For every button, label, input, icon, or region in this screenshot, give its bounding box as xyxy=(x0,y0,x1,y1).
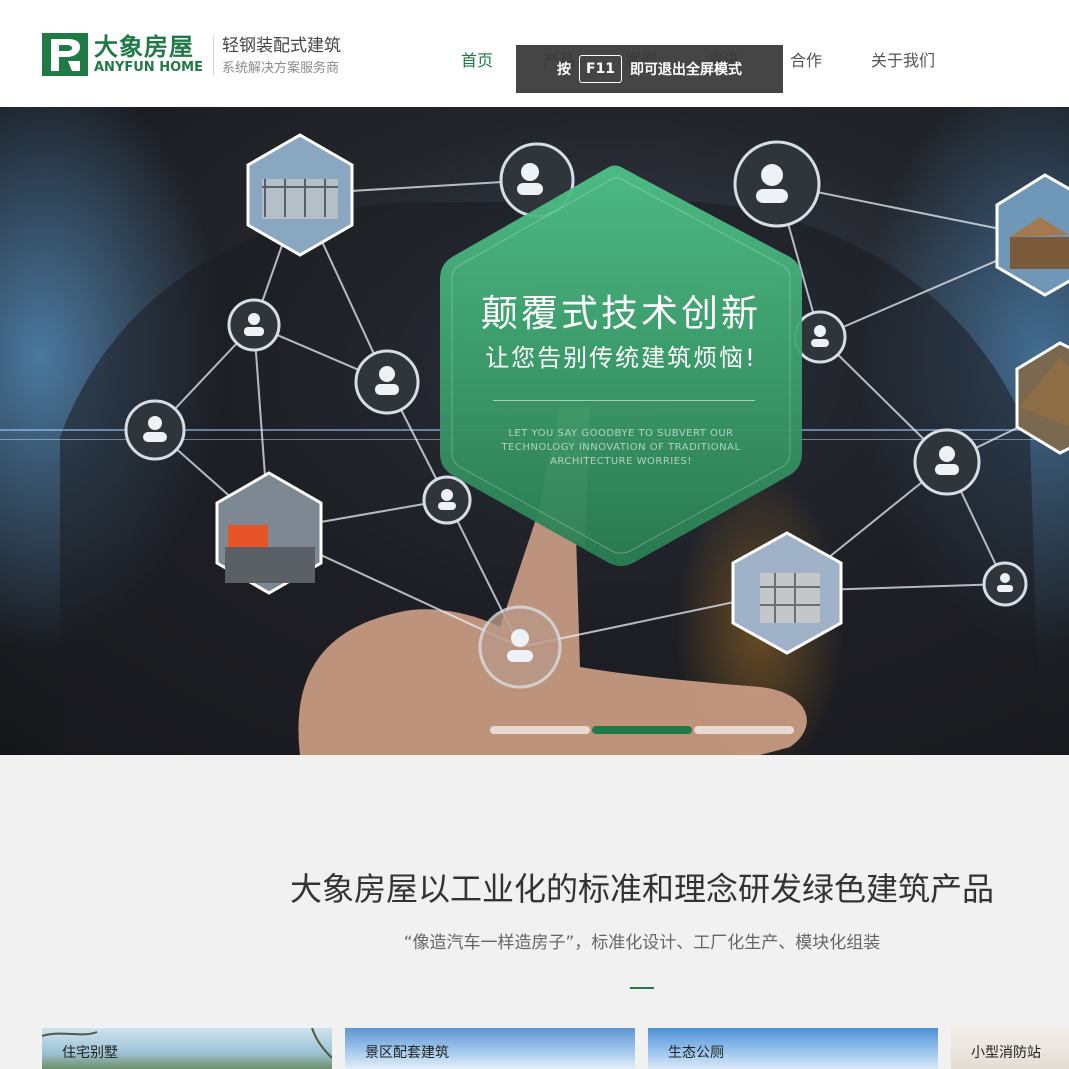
f11-key-badge: F11 xyxy=(578,55,623,83)
slogan-main: 轻钢装配式建筑 xyxy=(221,36,341,56)
fullscreen-tip-prefix: 按 xyxy=(556,62,571,78)
brand-name-cn: 大象房屋 xyxy=(94,33,194,61)
carousel-dots xyxy=(490,726,794,734)
carousel-dot-1[interactable] xyxy=(490,726,590,734)
slogan-sub: 系统解决方案服务商 xyxy=(221,61,339,76)
carousel-dot-3[interactable] xyxy=(694,726,794,734)
banner-title: 颠覆式技术创新 xyxy=(481,292,761,335)
logo-mark-icon xyxy=(42,33,88,76)
category-card-fire-station[interactable]: 小型消防站 xyxy=(951,1028,1069,1069)
intro-title: 大象房屋以工业化的标准和理念研发绿色建筑产品 xyxy=(289,870,994,908)
category-card-scenic[interactable]: 景区配套建筑 xyxy=(345,1028,635,1069)
nav-item-cooperation[interactable]: 合作 xyxy=(790,47,822,71)
site-logo[interactable]: 大象房屋 ANYFUN HOME 轻钢装配式建筑 系统解决方案服务商 xyxy=(42,33,341,79)
fullscreen-tip-suffix: 即可退出全屏模式 xyxy=(630,62,743,78)
hero-banner[interactable]: 颠覆式技术创新 让您告别传统建筑烦恼! LET YOU SAY GOODBYE … xyxy=(0,107,1069,755)
category-label: 景区配套建筑 xyxy=(365,1045,449,1061)
logo-wordmark: 大象房屋 ANYFUN HOME xyxy=(94,33,203,75)
banner-english-text: LET YOU SAY GOODBYE TO SUBVERT OUR TECHN… xyxy=(501,428,741,467)
logo-divider xyxy=(212,35,214,75)
category-card-villa[interactable]: 住宅别墅 xyxy=(42,1028,332,1069)
nav-item-about[interactable]: 关于我们 xyxy=(871,47,935,71)
category-label: 住宅别墅 xyxy=(62,1045,118,1061)
category-label: 小型消防站 xyxy=(971,1045,1041,1061)
carousel-dot-2[interactable] xyxy=(592,726,692,734)
product-category-cards: 住宅别墅 景区配套建筑 生态公厕 小型消防站 xyxy=(42,1028,1069,1069)
intro-accent-rule xyxy=(630,987,654,989)
banner-subtitle: 让您告别传统建筑烦恼! xyxy=(485,344,757,372)
nav-item-home[interactable]: 首页 xyxy=(461,47,493,71)
category-label: 生态公厕 xyxy=(668,1045,724,1061)
banner-divider xyxy=(493,400,755,401)
category-card-toilet[interactable]: 生态公厕 xyxy=(648,1028,938,1069)
brand-slogan: 轻钢装配式建筑 系统解决方案服务商 xyxy=(222,33,341,79)
brand-name-en: ANYFUN HOME xyxy=(94,60,203,75)
fullscreen-exit-tip: 按 F11 即可退出全屏模式 xyxy=(516,45,783,93)
intro-subtitle: “像造汽车一样造房子”，标准化设计、工厂化生产、模块化组装 xyxy=(403,933,881,953)
